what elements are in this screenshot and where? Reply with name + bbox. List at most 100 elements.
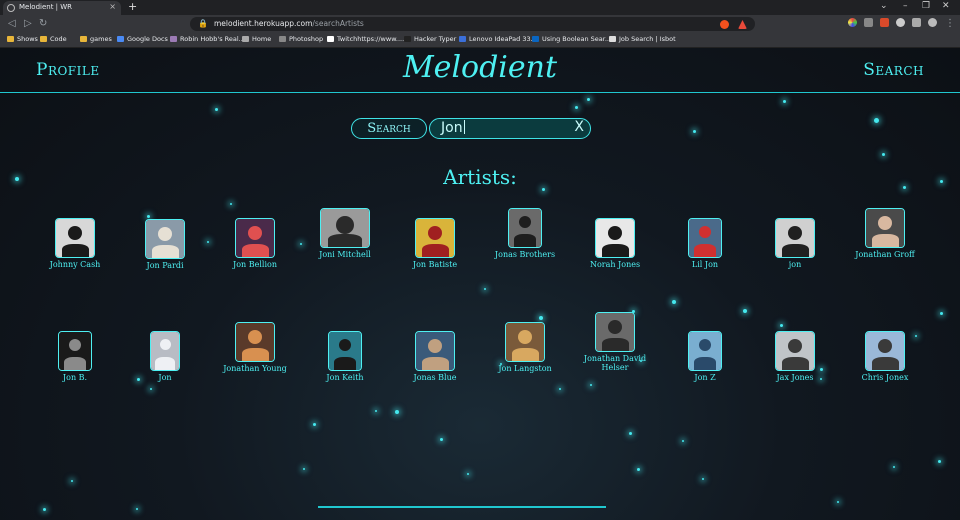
restore-button[interactable]: ❐ xyxy=(922,1,930,11)
artist-card[interactable]: Jon Langston xyxy=(480,322,570,373)
artist-name[interactable]: Jon Langston xyxy=(480,364,570,373)
artist-photo[interactable] xyxy=(415,218,455,258)
glow-particle xyxy=(629,432,632,435)
bookmark-item[interactable]: Hacker Typer xyxy=(404,35,456,43)
artist-name[interactable]: Jonas Brothers xyxy=(480,250,570,259)
artist-photo[interactable] xyxy=(688,331,722,371)
artist-photo[interactable] xyxy=(145,219,185,259)
artist-name[interactable]: Chris Jonex xyxy=(840,373,930,382)
artist-card[interactable]: Jonathan David Helser xyxy=(570,312,660,372)
artist-photo[interactable] xyxy=(415,331,455,371)
artist-name[interactable]: jon xyxy=(750,260,840,269)
artist-name[interactable]: Jonathan Groff xyxy=(840,250,930,259)
artist-photo[interactable] xyxy=(775,218,815,258)
artist-name[interactable]: Joni Mitchell xyxy=(300,250,390,259)
bookmark-item[interactable]: Shows xyxy=(7,35,38,43)
artist-card[interactable]: Jon Keith xyxy=(300,331,390,382)
bookmark-item[interactable]: Robin Hobb's Real... xyxy=(170,35,245,43)
new-tab-button[interactable]: + xyxy=(128,0,137,13)
artist-card[interactable]: jon xyxy=(750,218,840,269)
artist-photo[interactable] xyxy=(595,218,635,258)
artist-name[interactable]: Jon B. xyxy=(30,373,120,382)
artist-photo[interactable] xyxy=(508,208,542,248)
artist-name[interactable]: Jon Pardi xyxy=(120,261,210,270)
extension-icon[interactable] xyxy=(864,18,873,27)
bookmark-item[interactable]: games xyxy=(80,35,112,43)
artist-card[interactable]: Jonas Brothers xyxy=(480,208,570,259)
artist-name[interactable]: Jonas Blue xyxy=(390,373,480,382)
artist-photo[interactable] xyxy=(235,218,275,258)
bookmark-item[interactable]: Twitchhttps://www.... xyxy=(327,35,404,43)
artist-card[interactable]: Jon xyxy=(120,331,210,382)
artist-name[interactable]: Jon Batiste xyxy=(390,260,480,269)
artist-card[interactable]: Chris Jonex xyxy=(840,331,930,382)
bookmark-item[interactable]: Home xyxy=(242,35,271,43)
artist-card[interactable]: Jonathan Young xyxy=(210,322,300,373)
address-bar[interactable]: 🔒 melodient.herokuapp.com/searchArtists xyxy=(190,17,755,31)
artist-card[interactable]: Jon Z xyxy=(660,331,750,382)
avatar[interactable] xyxy=(928,18,937,27)
glow-particle xyxy=(559,388,561,390)
artist-photo[interactable] xyxy=(595,312,635,352)
bookmark-item[interactable]: Lenovo IdeaPad 33... xyxy=(459,35,537,43)
artist-photo[interactable] xyxy=(688,218,722,258)
artist-name[interactable]: Jonathan David Helser xyxy=(570,354,660,372)
clear-search-button[interactable]: X xyxy=(574,119,584,135)
artist-card[interactable]: Jon Batiste xyxy=(390,218,480,269)
artist-name[interactable]: Jax Jones xyxy=(750,373,840,382)
color-extension-icon[interactable] xyxy=(848,18,857,27)
artist-card[interactable]: Joni Mitchell xyxy=(300,208,390,259)
artist-card[interactable]: Lil Jon xyxy=(660,218,750,269)
artist-card[interactable]: Jon B. xyxy=(30,331,120,382)
bookmark-label: Lenovo IdeaPad 33... xyxy=(469,35,537,43)
artist-photo[interactable] xyxy=(775,331,815,371)
artist-card[interactable]: Johnny Cash xyxy=(30,218,120,269)
artist-card[interactable]: Norah Jones xyxy=(570,218,660,269)
browser-tab[interactable]: Melodient | WR × xyxy=(3,1,121,15)
extension-icon[interactable] xyxy=(896,18,905,27)
artist-name[interactable]: Norah Jones xyxy=(570,260,660,269)
artist-name[interactable]: Jon Keith xyxy=(300,373,390,382)
artist-photo[interactable] xyxy=(150,331,180,371)
bookmark-item[interactable]: Job Search | Isbot xyxy=(609,35,676,43)
artist-photo[interactable] xyxy=(865,208,905,248)
artist-name[interactable]: Johnny Cash xyxy=(30,260,120,269)
artist-card[interactable]: Jonathan Groff xyxy=(840,208,930,259)
artist-name[interactable]: Jon Z xyxy=(660,373,750,382)
bookmark-item[interactable]: Code xyxy=(40,35,67,43)
forward-icon[interactable]: ▷ xyxy=(24,18,32,29)
puzzle-icon[interactable] xyxy=(912,18,921,27)
brave-rewards-icon[interactable] xyxy=(738,20,747,29)
minimize-button[interactable]: – xyxy=(903,1,908,11)
artist-name[interactable]: Jon xyxy=(120,373,210,382)
artist-photo[interactable] xyxy=(58,331,92,371)
artist-card[interactable]: Jon Pardi xyxy=(120,219,210,270)
site-logo[interactable]: Melodient xyxy=(0,50,960,85)
extension-icon[interactable] xyxy=(880,18,889,27)
search-input[interactable]: Jon X xyxy=(429,118,591,139)
bookmark-item[interactable]: Using Boolean Sear... xyxy=(532,35,611,43)
brave-shield-icon[interactable] xyxy=(720,20,729,29)
artist-name[interactable]: Lil Jon xyxy=(660,260,750,269)
artist-photo[interactable] xyxy=(328,331,362,371)
close-window-button[interactable]: ✕ xyxy=(942,1,950,11)
artist-photo[interactable] xyxy=(235,322,275,362)
menu-icon[interactable]: ⋮ xyxy=(945,18,955,29)
artist-name[interactable]: Jonathan Young xyxy=(210,364,300,373)
nav-search-link[interactable]: Search xyxy=(863,60,924,80)
artist-card[interactable]: Jon Bellion xyxy=(210,218,300,269)
search-button[interactable]: Search xyxy=(351,118,427,139)
artist-card[interactable]: Jonas Blue xyxy=(390,331,480,382)
back-icon[interactable]: ◁ xyxy=(8,18,16,29)
bookmark-item[interactable]: Google Docs xyxy=(117,35,168,43)
reload-icon[interactable]: ↻ xyxy=(39,18,47,29)
artist-photo[interactable] xyxy=(865,331,905,371)
bookmark-item[interactable]: Photoshop xyxy=(279,35,323,43)
tab-close-icon[interactable]: × xyxy=(109,2,116,11)
artist-photo[interactable] xyxy=(320,208,370,248)
artist-photo[interactable] xyxy=(505,322,545,362)
tab-search-icon[interactable]: ⌄ xyxy=(880,1,888,11)
artist-card[interactable]: Jax Jones xyxy=(750,331,840,382)
artist-name[interactable]: Jon Bellion xyxy=(210,260,300,269)
artist-photo[interactable] xyxy=(55,218,95,258)
